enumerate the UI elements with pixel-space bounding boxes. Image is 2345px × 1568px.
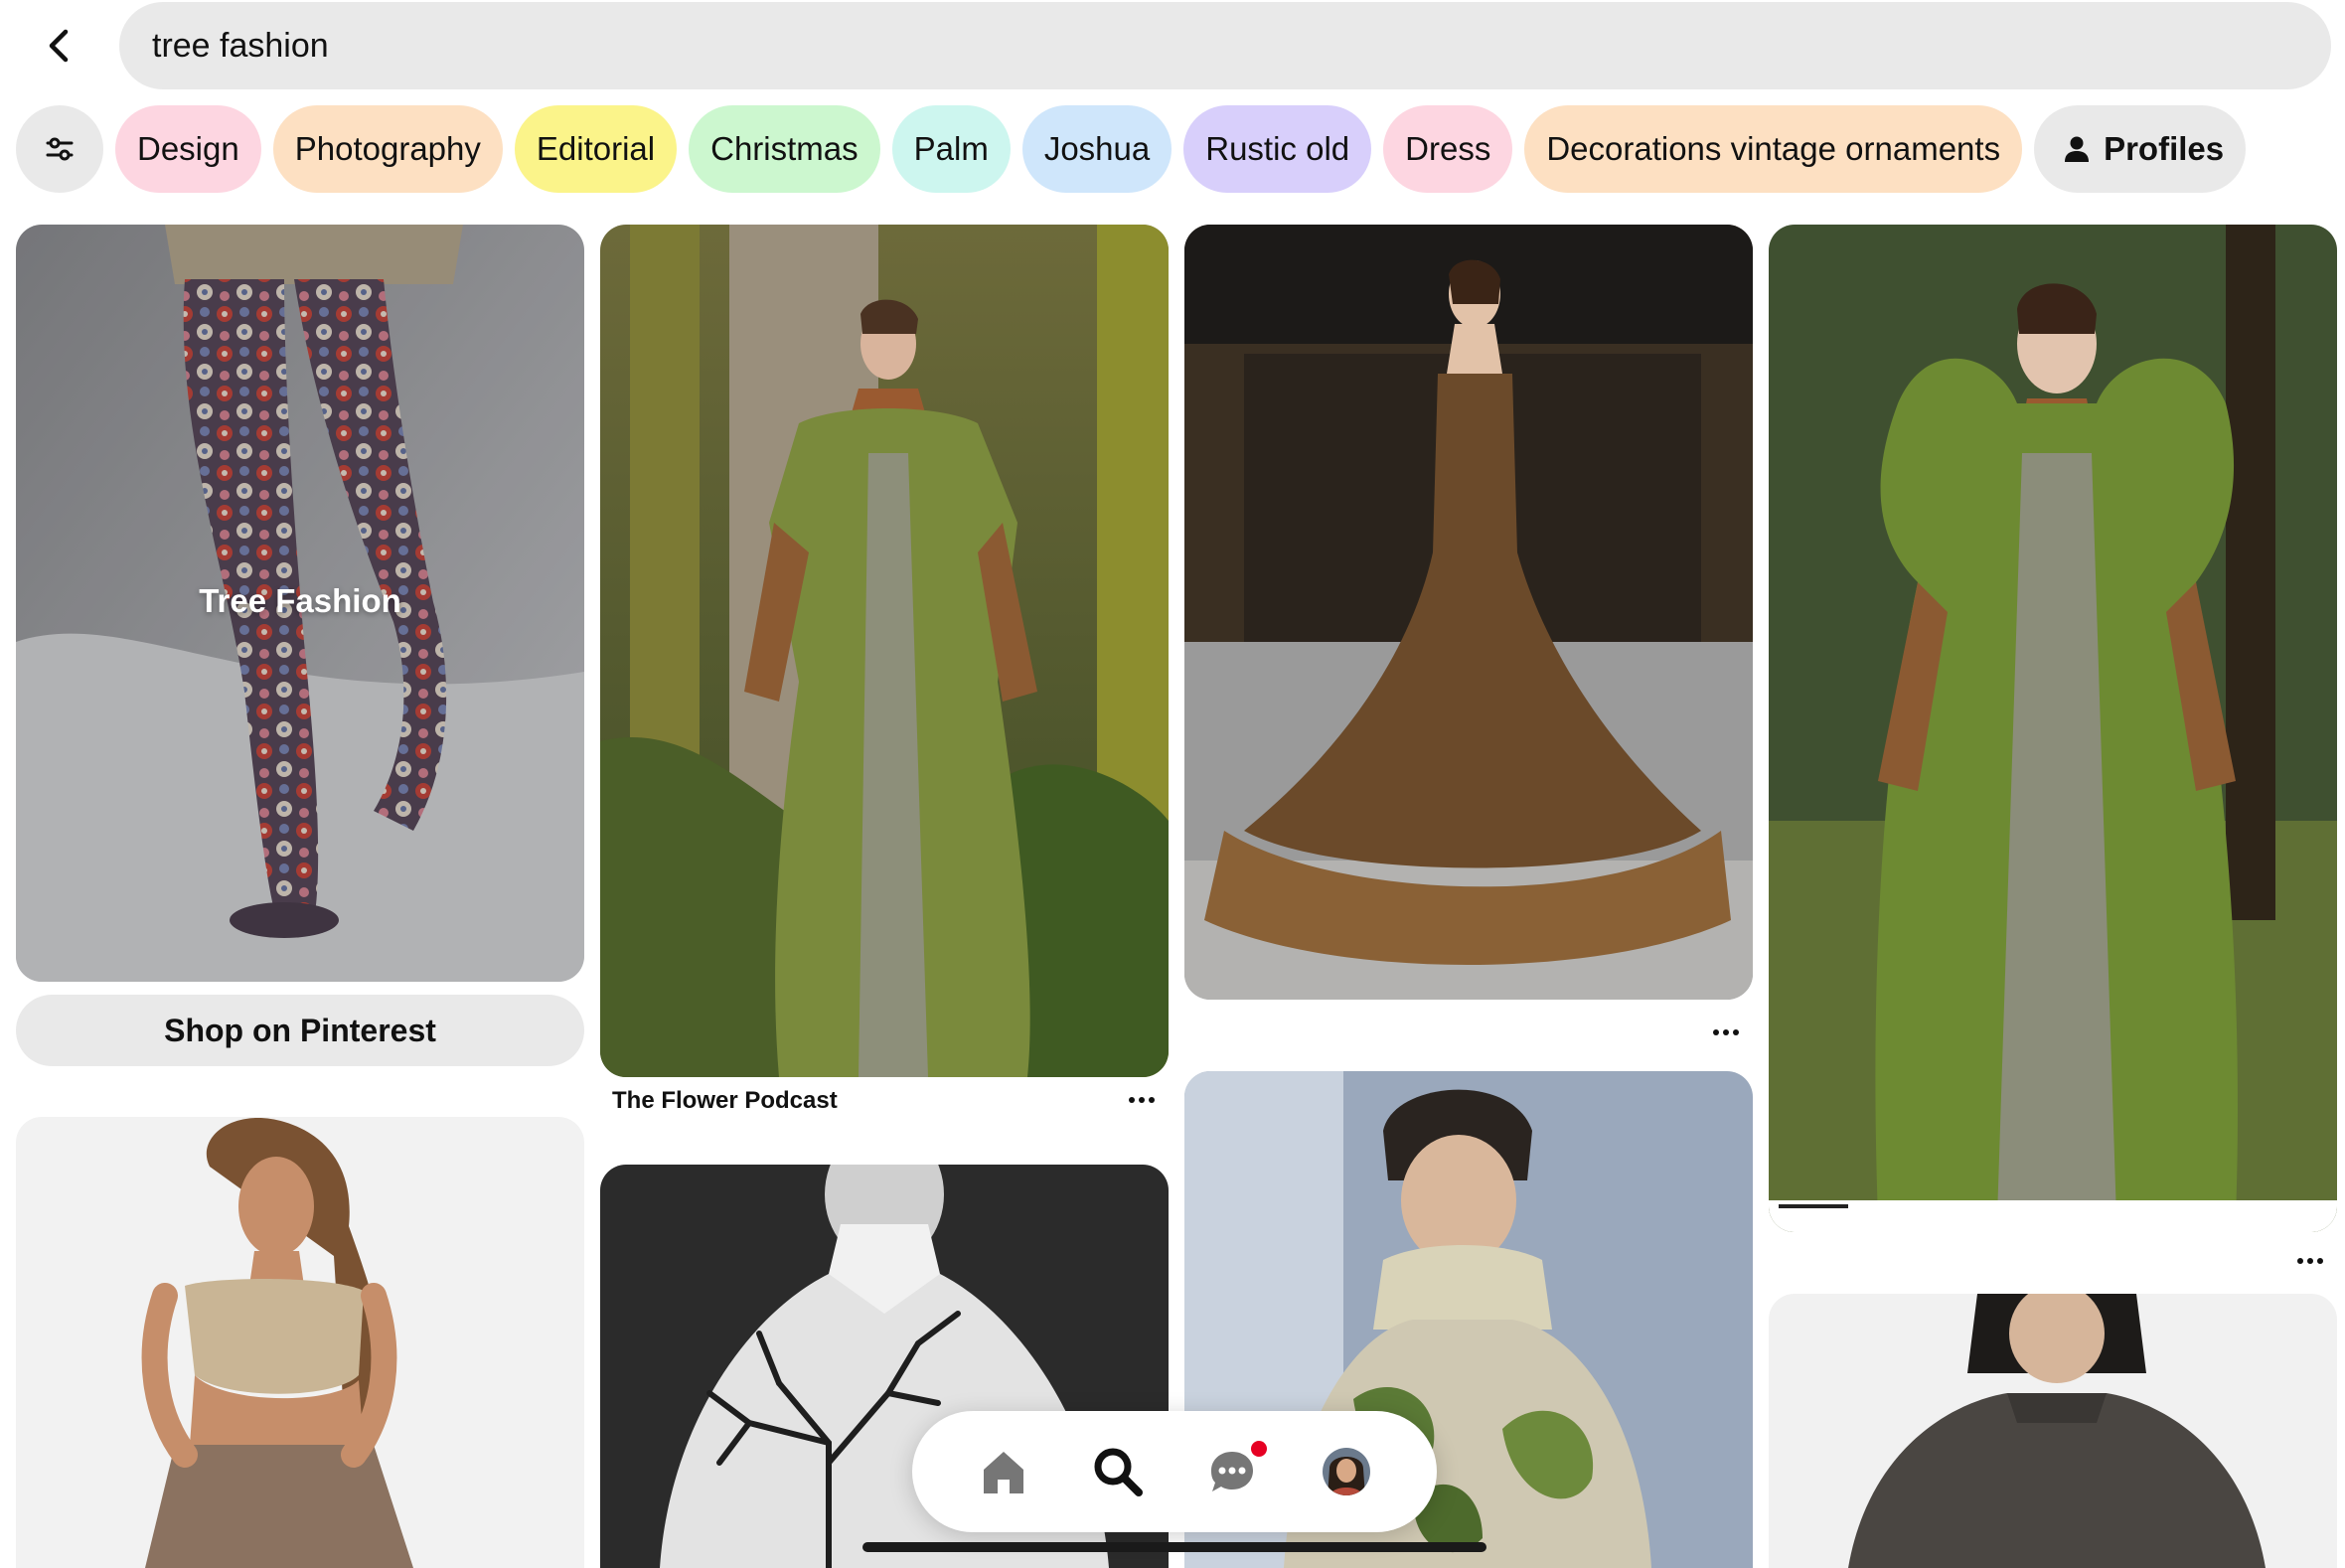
- chip-christmas[interactable]: Christmas: [689, 105, 880, 193]
- dot-icon: [1139, 1097, 1145, 1103]
- filter-button[interactable]: [16, 105, 103, 193]
- chip-photography[interactable]: Photography: [272, 105, 503, 193]
- nav-home[interactable]: [961, 1429, 1046, 1514]
- chip-editorial[interactable]: Editorial: [514, 105, 678, 193]
- chip-design[interactable]: Design: [115, 105, 261, 193]
- pin-twig-gown[interactable]: [1184, 225, 1753, 1000]
- chip-profiles[interactable]: Profiles: [2034, 105, 2247, 193]
- chip-joshua[interactable]: Joshua: [1021, 105, 1172, 193]
- bottom-navigation: [912, 1411, 1437, 1532]
- dot-icon: [2317, 1258, 2323, 1264]
- profile-avatar: [1322, 1448, 1370, 1495]
- moss-coat-photo: [1769, 225, 2337, 1232]
- search-input[interactable]: [152, 26, 2331, 66]
- profiles-label: Profiles: [2104, 130, 2225, 167]
- pin-more-options-button[interactable]: [1703, 1018, 1749, 1047]
- pin-grey-sweater[interactable]: [1769, 1294, 2337, 1568]
- messages-icon: [1210, 1452, 1253, 1491]
- person-icon: [2065, 136, 2090, 162]
- shop-on-pinterest-button[interactable]: Shop on Pinterest: [16, 995, 584, 1066]
- notification-dot: [1250, 1441, 1267, 1457]
- sliders-icon: [46, 137, 74, 161]
- chip-rustic-old[interactable]: Rustic old: [1183, 105, 1372, 193]
- nav-messages[interactable]: [1189, 1429, 1275, 1514]
- search-icon: [1094, 1448, 1143, 1496]
- pin-source-label[interactable]: The Flower Podcast: [612, 1087, 838, 1115]
- home-icon: [983, 1452, 1023, 1493]
- chip-decorations-vintage-ornaments[interactable]: Decorations vintage ornaments: [1524, 105, 2023, 193]
- pin-moss-dress[interactable]: [600, 225, 1169, 1077]
- chevron-left-icon: [49, 29, 69, 63]
- pin-more-options-button[interactable]: [1119, 1085, 1165, 1115]
- dot-icon: [2307, 1258, 2313, 1264]
- chip-palm[interactable]: Palm: [891, 105, 1011, 193]
- moss-dress-forest-photo: [600, 225, 1169, 1077]
- pin-halter-model[interactable]: [16, 1117, 584, 1568]
- grey-knit-sweater-photo: [1769, 1294, 2337, 1568]
- dot-icon: [2297, 1258, 2303, 1264]
- halter-top-model-photo: [16, 1117, 584, 1568]
- pin-more-options-button[interactable]: [2287, 1246, 2333, 1276]
- dot-icon: [1129, 1097, 1135, 1103]
- back-button[interactable]: [20, 6, 99, 85]
- nav-search[interactable]: [1075, 1429, 1161, 1514]
- nav-profile[interactable]: [1304, 1429, 1389, 1514]
- filter-chips-row: Design Photography Editorial Christmas P…: [16, 105, 2247, 193]
- pin-moss-coat[interactable]: [1769, 225, 2337, 1232]
- dot-icon: [1723, 1029, 1729, 1035]
- search-bar[interactable]: [119, 2, 2331, 89]
- dot-icon: [1149, 1097, 1155, 1103]
- dot-icon: [1733, 1029, 1739, 1035]
- collection-title: Tree Fashion: [199, 582, 401, 619]
- dot-icon: [1713, 1029, 1719, 1035]
- chip-dress[interactable]: Dress: [1383, 105, 1513, 193]
- twig-gown-photo: [1184, 225, 1753, 1000]
- home-indicator: [862, 1542, 1486, 1552]
- pin-collection-tree-fashion[interactable]: Tree Fashion: [16, 225, 584, 982]
